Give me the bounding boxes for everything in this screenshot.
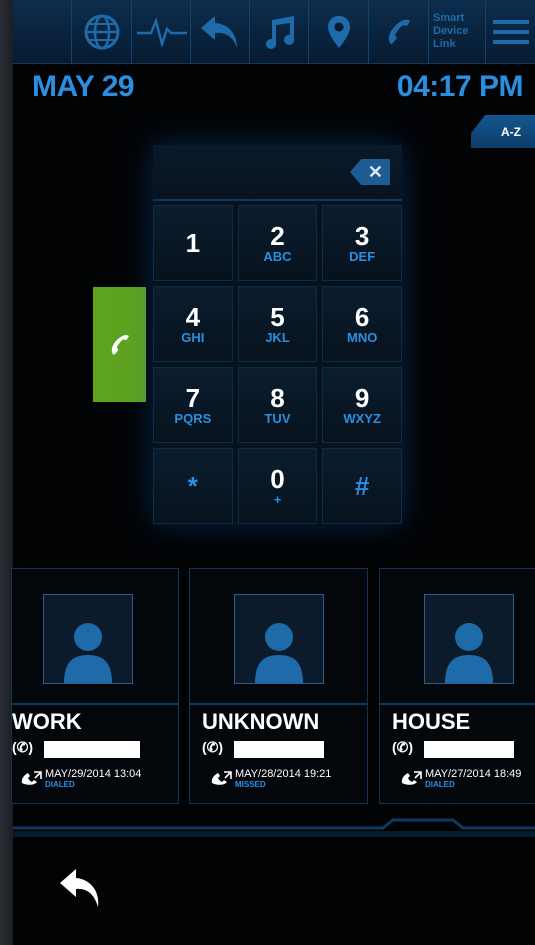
call-status: DIALED — [45, 780, 75, 789]
dial-pad: ✕ 1 2 ABC 3 DEF 4 GHI 5 JKL 6 MNO 7 PQRS… — [153, 145, 402, 524]
back-button[interactable] — [53, 860, 109, 916]
key-1[interactable]: 1 — [153, 205, 233, 281]
back-arrow-icon — [60, 869, 99, 907]
key-digit: 5 — [270, 301, 285, 332]
phone-type-icon: (✆) — [202, 739, 224, 755]
card-divider — [380, 703, 535, 705]
key-4[interactable]: 4 GHI — [153, 286, 233, 362]
key-letters: WXYZ — [343, 410, 381, 426]
key-8[interactable]: 8 TUV — [237, 367, 318, 443]
key-3[interactable]: 3 DEF — [322, 205, 402, 281]
call-datetime: MAY/28/2014 19:21 — [235, 768, 332, 780]
key-digit: 4 — [185, 301, 201, 332]
phone-handset-icon — [111, 334, 129, 355]
key-6[interactable]: 6 MNO — [322, 286, 402, 362]
music-note-icon — [265, 15, 294, 49]
call-status: DIALED — [425, 780, 455, 789]
key-letters: + — [273, 491, 282, 507]
phone-type-icon: (✆) — [12, 739, 34, 755]
recent-calls: WORK (✆) MAY/29/2014 13:04 DIALED UNKNOW… — [11, 568, 535, 804]
key-digit: 6 — [354, 301, 370, 332]
key-star[interactable]: * — [153, 448, 233, 524]
redacted-number — [44, 741, 140, 758]
key-5[interactable]: 5 JKL — [237, 286, 318, 362]
call-datetime: MAY/27/2014 18:49 — [425, 768, 522, 780]
contact-name: HOUSE — [392, 709, 471, 734]
redacted-number — [234, 741, 324, 758]
key-letters: PQRS — [174, 410, 212, 426]
phone-type-icon: (✆) — [392, 739, 414, 755]
pulse-button[interactable] — [131, 0, 191, 63]
bottom-divider — [13, 818, 535, 837]
key-digit: 9 — [354, 382, 370, 413]
smart-device-link-icon: Smart Device Link — [429, 12, 468, 51]
key-digit: 1 — [185, 228, 201, 258]
call-status: MISSED — [235, 780, 266, 789]
key-letters: DEF — [349, 248, 376, 264]
menu-button[interactable] — [485, 0, 535, 63]
globe-button[interactable] — [71, 0, 132, 63]
call-direction-icon — [21, 771, 42, 785]
key-letters: ABC — [263, 248, 292, 264]
recent-call-card-work[interactable]: WORK (✆) MAY/29/2014 13:04 DIALED — [11, 568, 179, 804]
key-digit: # — [354, 470, 370, 501]
pulse-icon — [136, 16, 187, 47]
call-datetime: MAY/29/2014 13:04 — [45, 768, 142, 780]
current-date: MAY 29 — [32, 70, 135, 103]
key-letters: JKL — [265, 329, 290, 345]
contact-name: WORK — [12, 709, 82, 734]
person-silhouette-icon — [255, 623, 303, 683]
key-0[interactable]: 0 + — [237, 448, 318, 524]
music-button[interactable] — [249, 0, 309, 63]
card-divider — [190, 703, 367, 705]
navigation-button[interactable] — [308, 0, 369, 63]
recent-call-card-house[interactable]: HOUSE (✆) MAY/27/2014 18:49 DIALED — [379, 568, 535, 804]
backspace-button[interactable]: ✕ — [350, 159, 390, 185]
key-letters: GHI — [181, 329, 205, 345]
sdl-label-line-3: Link — [433, 38, 456, 50]
phone-icon — [388, 19, 410, 44]
person-silhouette-icon — [445, 623, 493, 683]
key-2[interactable]: 2 ABC — [237, 205, 318, 281]
call-button[interactable] — [93, 287, 146, 402]
key-letters: TUV — [264, 410, 291, 426]
key-digit: 8 — [270, 382, 285, 413]
call-direction-icon — [401, 771, 422, 785]
top-toolbar: Smart Device Link — [13, 0, 535, 64]
call-direction-icon — [211, 771, 232, 785]
contact-avatar — [234, 594, 324, 684]
contact-avatar — [43, 594, 133, 684]
contact-avatar — [424, 594, 514, 684]
current-time: 04:17 PM — [396, 70, 524, 103]
sort-az-button[interactable]: A-Z — [471, 115, 535, 148]
key-9[interactable]: 9 WXYZ — [322, 367, 402, 443]
key-digit: 2 — [270, 220, 285, 251]
undo-icon — [200, 15, 237, 48]
undo-button[interactable] — [190, 0, 250, 63]
key-digit: 3 — [354, 220, 370, 251]
sdl-label-line-2: Device — [433, 25, 469, 37]
redacted-number — [424, 741, 514, 758]
key-7[interactable]: 7 PQRS — [153, 367, 233, 443]
card-divider — [12, 703, 178, 705]
location-pin-icon — [328, 15, 350, 48]
close-x-icon: ✕ — [367, 161, 383, 182]
key-digit: * — [187, 470, 198, 501]
key-digit: 7 — [185, 382, 201, 413]
screen: Smart Device Link MAY 29 04:17 PM A-Z ✕ — [11, 0, 535, 945]
globe-icon — [84, 14, 120, 49]
menu-icon — [493, 19, 529, 44]
smart-device-link-button[interactable]: Smart Device Link — [428, 0, 486, 63]
contact-name: UNKNOWN — [202, 709, 320, 734]
recent-call-card-unknown[interactable]: UNKNOWN (✆) MAY/28/2014 19:21 MISSED — [189, 568, 368, 804]
sdl-label-line-1: Smart — [433, 12, 465, 24]
keypad-grid: 1 2 ABC 3 DEF 4 GHI 5 JKL 6 MNO 7 PQRS 8… — [153, 205, 402, 524]
number-display[interactable]: ✕ — [153, 145, 402, 201]
key-letters: MNO — [346, 329, 378, 345]
person-silhouette-icon — [64, 623, 112, 683]
key-digit: 0 — [270, 463, 285, 494]
key-hash[interactable]: # — [322, 448, 402, 524]
phone-button[interactable] — [368, 0, 429, 63]
